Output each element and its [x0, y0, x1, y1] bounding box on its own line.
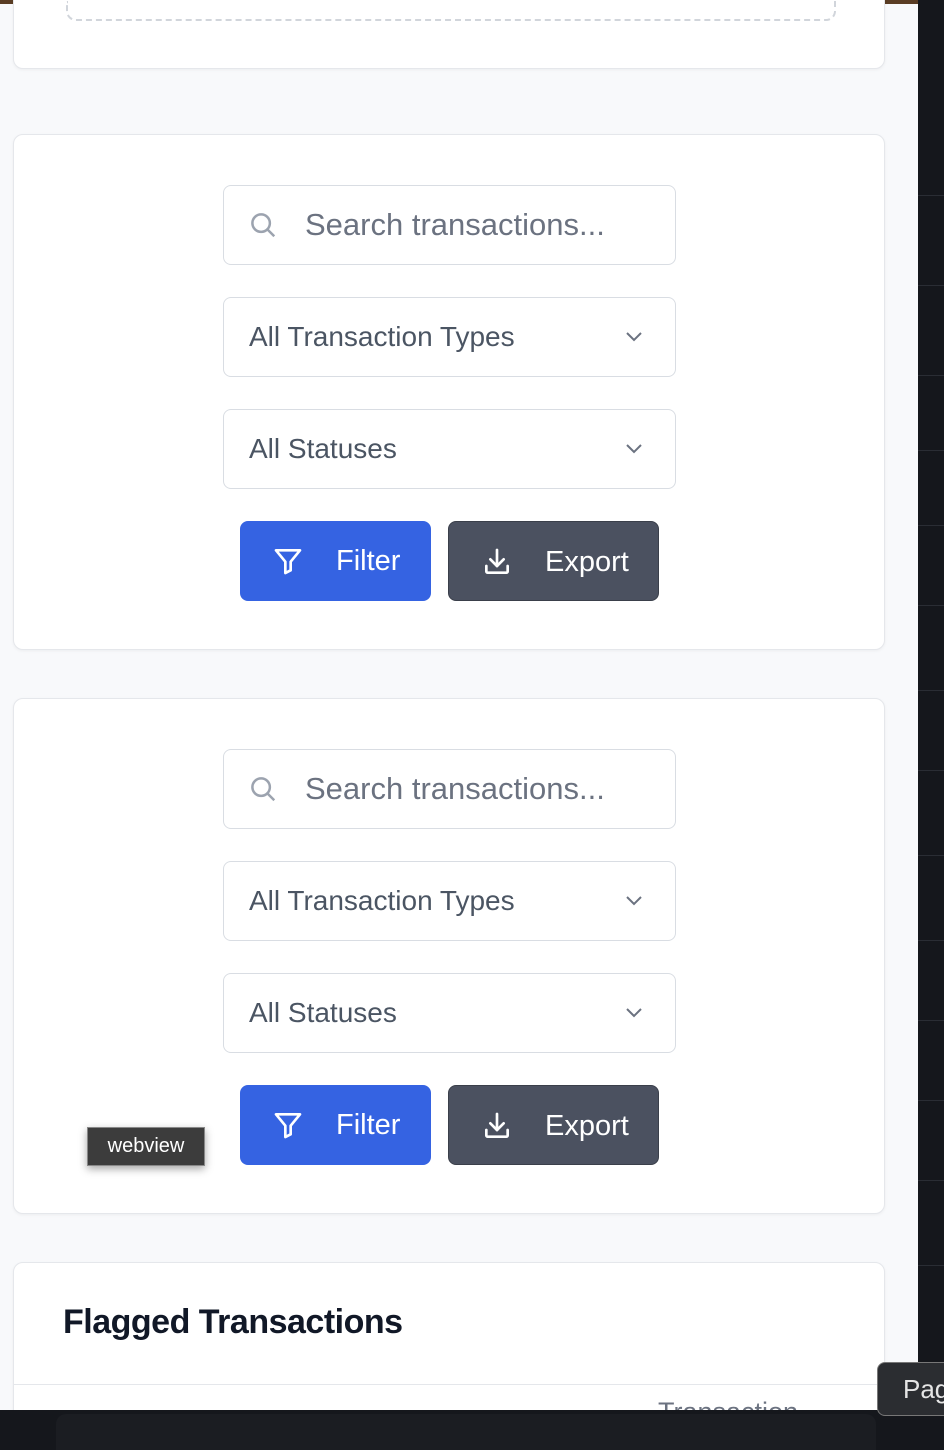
search-input[interactable]: Search transactions... — [223, 749, 676, 829]
download-icon — [485, 548, 509, 574]
divider — [918, 605, 944, 606]
status-select[interactable]: All Statuses — [223, 409, 676, 489]
webview-tooltip: webview — [87, 1127, 205, 1166]
search-input[interactable]: Search transactions... — [223, 185, 676, 265]
transaction-type-value: All Transaction Types — [249, 321, 515, 352]
filter-button-label: Filter — [336, 545, 401, 577]
divider — [918, 940, 944, 941]
search-placeholder: Search transactions... — [305, 207, 605, 242]
filter-button-label: Filter — [336, 1109, 401, 1141]
divider — [918, 195, 944, 196]
transaction-type-select[interactable]: All Transaction Types — [223, 861, 676, 941]
section-title: Flagged Transactions — [63, 1303, 403, 1341]
divider — [918, 770, 944, 771]
download-icon — [485, 1112, 509, 1138]
status-select[interactable]: All Statuses — [223, 973, 676, 1053]
funnel-icon — [274, 1113, 302, 1139]
pagination-tooltip: Pag — [877, 1362, 944, 1416]
status-value: All Statuses — [249, 433, 397, 464]
divider — [918, 855, 944, 856]
divider — [918, 525, 944, 526]
export-button-label: Export — [545, 546, 629, 578]
filter-button[interactable]: Filter — [240, 521, 431, 601]
divider — [918, 285, 944, 286]
divider — [918, 450, 944, 451]
upload-card — [13, 0, 885, 69]
export-button-label: Export — [545, 1110, 629, 1142]
divider — [918, 1180, 944, 1181]
chevron-down-icon — [626, 896, 642, 906]
search-icon — [251, 213, 276, 238]
funnel-icon — [274, 549, 302, 575]
status-value: All Statuses — [249, 997, 397, 1028]
export-button[interactable]: Export — [448, 1085, 659, 1165]
chevron-down-icon — [626, 444, 642, 454]
divider — [14, 1384, 884, 1385]
bottom-bar-tab — [56, 1414, 876, 1450]
chevron-down-icon — [626, 1008, 642, 1018]
search-icon — [251, 777, 276, 802]
chevron-down-icon — [626, 332, 642, 342]
dropzone-border[interactable] — [66, 1, 836, 21]
filter-button[interactable]: Filter — [240, 1085, 431, 1165]
divider — [918, 1020, 944, 1021]
transaction-type-value: All Transaction Types — [249, 885, 515, 916]
search-placeholder: Search transactions... — [305, 771, 605, 806]
adjacent-panel — [918, 0, 944, 1410]
export-button[interactable]: Export — [448, 521, 659, 601]
divider — [918, 1100, 944, 1101]
filter-panel: Search transactions... All Transaction T… — [13, 134, 885, 650]
transaction-type-select[interactable]: All Transaction Types — [223, 297, 676, 377]
divider — [918, 375, 944, 376]
divider — [918, 690, 944, 691]
divider — [918, 1265, 944, 1266]
